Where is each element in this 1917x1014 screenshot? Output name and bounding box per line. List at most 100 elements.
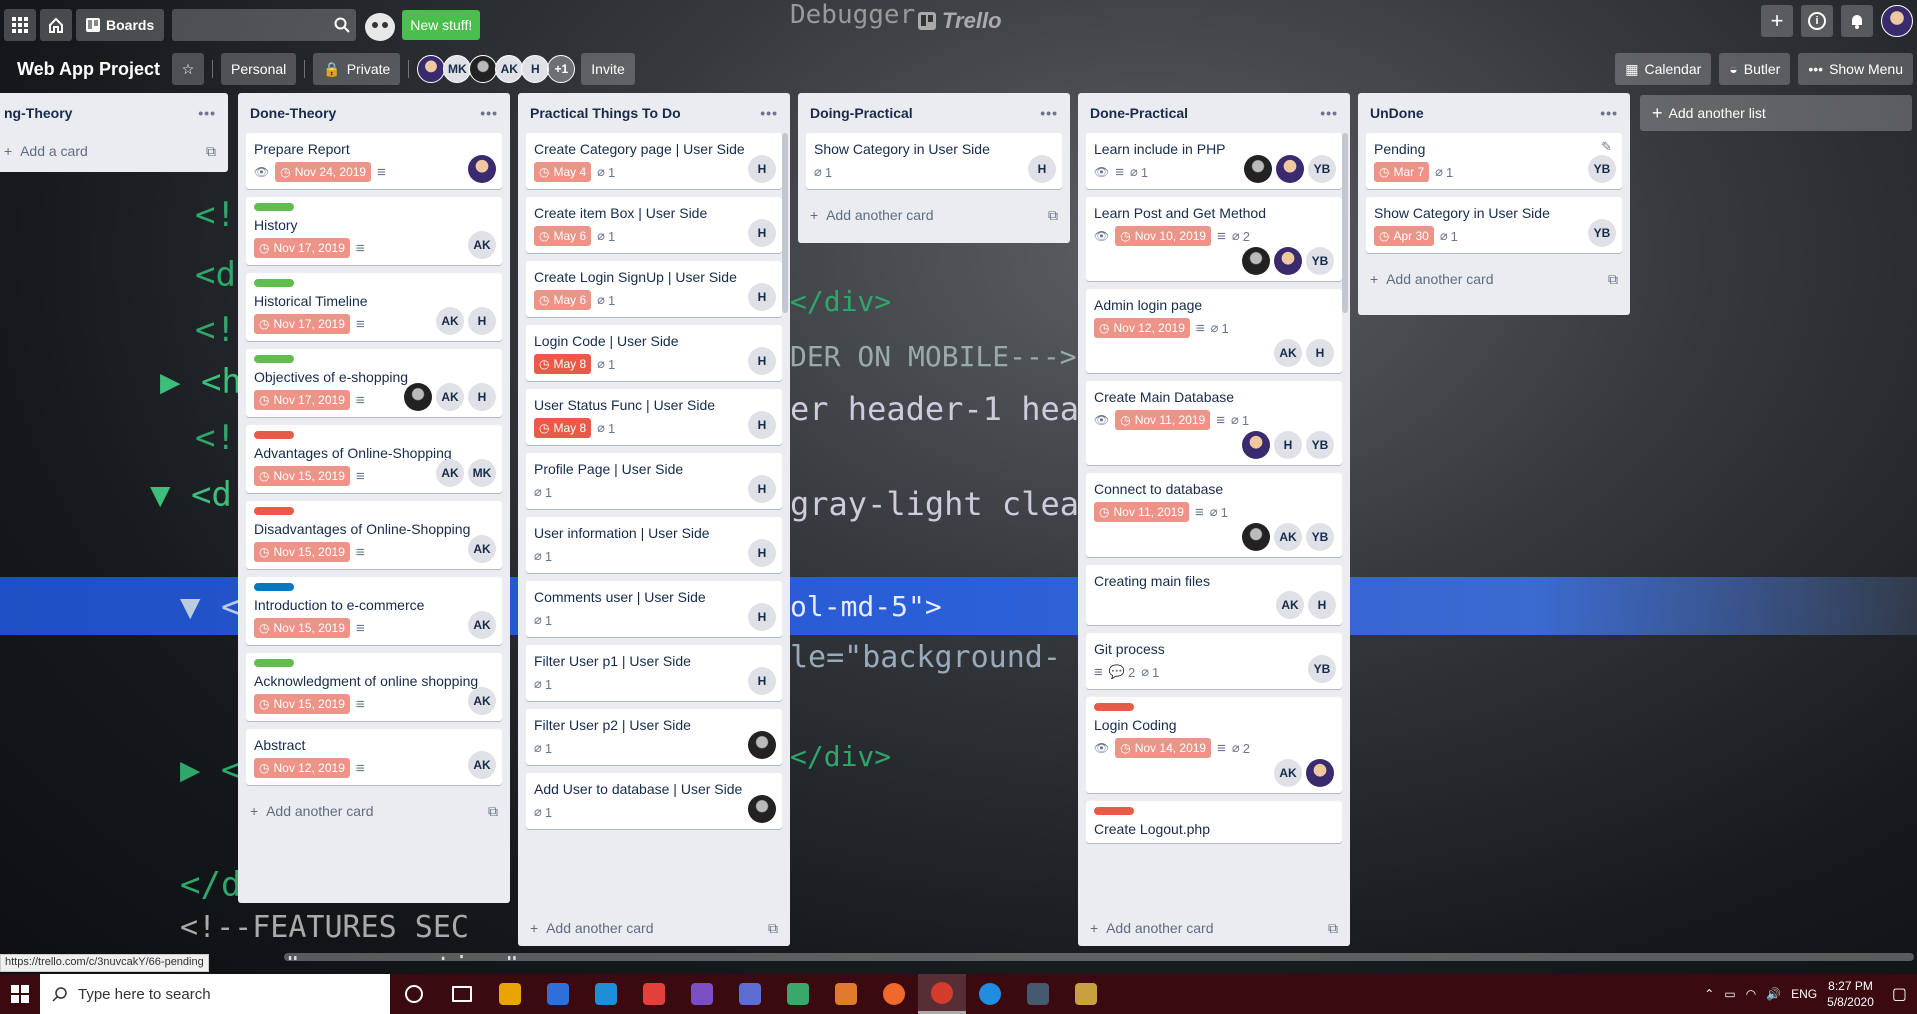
- new-stuff-button[interactable]: New stuff!: [402, 10, 481, 40]
- due-date-badge[interactable]: ◷ Nov 12, 2019: [1094, 318, 1190, 338]
- member-avatar[interactable]: YB: [1588, 155, 1616, 183]
- card-label[interactable]: [254, 583, 294, 591]
- card[interactable]: Learn include in PHP 👁 ≡ ⌀ 1 YB: [1086, 133, 1342, 189]
- list-title[interactable]: Practical Things To Do: [530, 105, 681, 121]
- list-scrollbar[interactable]: [782, 133, 788, 313]
- member-avatar[interactable]: YB: [1306, 247, 1334, 275]
- card-label[interactable]: [254, 431, 294, 439]
- taskbar-app-button[interactable]: [582, 974, 630, 1014]
- task-view-button[interactable]: [438, 974, 486, 1014]
- card-label[interactable]: [254, 507, 294, 515]
- taco-mascot-icon[interactable]: [360, 7, 398, 43]
- taskbar-search-input[interactable]: Type here to search: [40, 974, 390, 1014]
- member-avatar[interactable]: MK: [443, 55, 472, 83]
- member-avatar[interactable]: [469, 55, 498, 83]
- due-date-badge[interactable]: ◷ Nov 15, 2019: [254, 542, 350, 562]
- card[interactable]: Disadvantages of Online-Shopping ◷ Nov 15,…: [246, 501, 502, 569]
- card-template-icon[interactable]: ⧉: [1048, 207, 1058, 224]
- member-avatar[interactable]: H: [748, 667, 776, 695]
- member-avatar[interactable]: H: [748, 219, 776, 247]
- due-date-badge[interactable]: ◷ Nov 17, 2019: [254, 390, 350, 410]
- show-menu-button[interactable]: ••• Show Menu: [1798, 53, 1913, 85]
- card-template-icon[interactable]: ⧉: [768, 920, 778, 937]
- member-avatar[interactable]: AK: [1274, 759, 1302, 787]
- add-card-button[interactable]: + Add another card ⧉: [806, 197, 1062, 233]
- card-template-icon[interactable]: ⧉: [1608, 271, 1618, 288]
- start-button[interactable]: [0, 974, 40, 1014]
- member-avatar[interactable]: H: [748, 283, 776, 311]
- member-avatar[interactable]: AK: [468, 611, 496, 639]
- notifications-button[interactable]: [1841, 5, 1873, 37]
- member-avatar[interactable]: AK: [468, 231, 496, 259]
- card[interactable]: Historical Timeline ◷ Nov 17, 2019 ≡ AK H: [246, 273, 502, 341]
- create-button[interactable]: +: [1761, 5, 1793, 37]
- member-avatar[interactable]: H: [748, 347, 776, 375]
- card[interactable]: Show Category in User Side ⌀ 1 H: [806, 133, 1062, 189]
- due-date-badge[interactable]: ◷ Nov 11, 2019: [1094, 502, 1189, 522]
- taskbar-app-button[interactable]: [966, 974, 1014, 1014]
- card[interactable]: Show Category in User Side ◷ Apr 30 ⌀ 1 YB: [1366, 197, 1622, 253]
- team-button[interactable]: Personal: [221, 53, 297, 85]
- card[interactable]: Login Coding 👁 ◷ Nov 14, 2019 ≡ ⌀ 2 AK: [1086, 697, 1342, 793]
- member-avatar[interactable]: [1306, 759, 1334, 787]
- member-avatar[interactable]: MK: [468, 459, 496, 487]
- card[interactable]: Prepare Report 👁 ◷ Nov 24, 2019 ≡: [246, 133, 502, 189]
- due-date-badge[interactable]: ◷ Nov 15, 2019: [254, 694, 350, 714]
- card[interactable]: Add User to database | User Side ⌀ 1: [526, 773, 782, 829]
- member-avatar[interactable]: YB: [1306, 431, 1334, 459]
- taskbar-app-button[interactable]: [1014, 974, 1062, 1014]
- due-date-badge[interactable]: ◷ Nov 10, 2019: [1115, 226, 1212, 246]
- member-avatar[interactable]: AK: [436, 383, 464, 411]
- member-avatar[interactable]: H: [748, 155, 776, 183]
- tray-chevron-icon[interactable]: ⌃: [1704, 987, 1714, 1001]
- due-date-badge[interactable]: ◷ Nov 17, 2019: [254, 314, 350, 334]
- member-avatar[interactable]: H: [748, 603, 776, 631]
- card[interactable]: Create Main Database 👁 ◷ Nov 11, 2019 ≡ ⌀ 1 H YB: [1086, 381, 1342, 465]
- card-template-icon[interactable]: ⧉: [1328, 920, 1338, 937]
- member-avatar[interactable]: AK: [495, 55, 524, 83]
- wifi-icon[interactable]: ◠: [1746, 987, 1756, 1001]
- language-indicator[interactable]: ENG: [1791, 987, 1817, 1001]
- member-avatar[interactable]: [1274, 247, 1302, 275]
- list-title[interactable]: Done-Practical: [1090, 105, 1188, 121]
- add-another-list-button[interactable]: + Add another list: [1640, 95, 1912, 131]
- due-date-badge[interactable]: ◷ Nov 17, 2019: [254, 238, 350, 258]
- due-date-badge[interactable]: ◷ May 6: [534, 226, 592, 246]
- action-center-icon[interactable]: ▢: [1892, 984, 1907, 1004]
- card-label[interactable]: [254, 355, 294, 363]
- invite-button[interactable]: Invite: [581, 53, 635, 85]
- taskbar-app-button[interactable]: [918, 974, 966, 1014]
- list-scrollbar[interactable]: [1342, 133, 1348, 313]
- card[interactable]: Create Category page | User Side ◷ May 4 ⌀ 1…: [526, 133, 782, 189]
- card[interactable]: Create Logout.php: [1086, 801, 1342, 843]
- taskbar-app-button[interactable]: [534, 974, 582, 1014]
- card-label[interactable]: [1094, 703, 1134, 711]
- card[interactable]: Acknowledgment of online shopping ◷ Nov 15…: [246, 653, 502, 721]
- card-template-icon[interactable]: ⧉: [206, 143, 216, 160]
- card[interactable]: Pending ✎ ◷ Mar 7 ⌀ 1 YB: [1366, 133, 1622, 189]
- card-template-icon[interactable]: ⧉: [488, 803, 498, 820]
- home-button[interactable]: [40, 9, 72, 41]
- card-label[interactable]: [254, 203, 294, 211]
- card[interactable]: Abstract ◷ Nov 12, 2019 ≡ AK: [246, 729, 502, 785]
- more-members-badge[interactable]: +1: [547, 55, 576, 83]
- due-date-badge[interactable]: ◷ May 8: [534, 418, 592, 438]
- due-date-badge[interactable]: ◷ Apr 30: [1374, 226, 1434, 246]
- add-card-button[interactable]: + Add another card ⧉: [1366, 261, 1622, 297]
- list-title[interactable]: ng-Theory: [4, 105, 72, 121]
- card[interactable]: Git process ≡ 💬 2 ⌀ 1 YB: [1086, 633, 1342, 689]
- member-avatar[interactable]: AK: [468, 751, 496, 779]
- list-menu-icon[interactable]: •••: [1600, 105, 1618, 121]
- card[interactable]: Create Login SignUp | User Side ◷ May 6 ⌀ 1 H: [526, 261, 782, 317]
- member-avatar[interactable]: [1242, 247, 1270, 275]
- member-avatar[interactable]: AK: [468, 535, 496, 563]
- member-avatar[interactable]: YB: [1306, 523, 1334, 551]
- list-menu-icon[interactable]: •••: [760, 105, 778, 121]
- taskbar-app-button[interactable]: [726, 974, 774, 1014]
- member-avatar[interactable]: H: [1028, 155, 1056, 183]
- member-avatar[interactable]: AK: [436, 459, 464, 487]
- card[interactable]: Creating main files AK H: [1086, 565, 1342, 625]
- member-avatar[interactable]: H: [521, 55, 550, 83]
- card[interactable]: Connect to database ◷ Nov 11, 2019 ≡ ⌀ 1 AK YB: [1086, 473, 1342, 557]
- card[interactable]: History ◷ Nov 17, 2019 ≡ AK: [246, 197, 502, 265]
